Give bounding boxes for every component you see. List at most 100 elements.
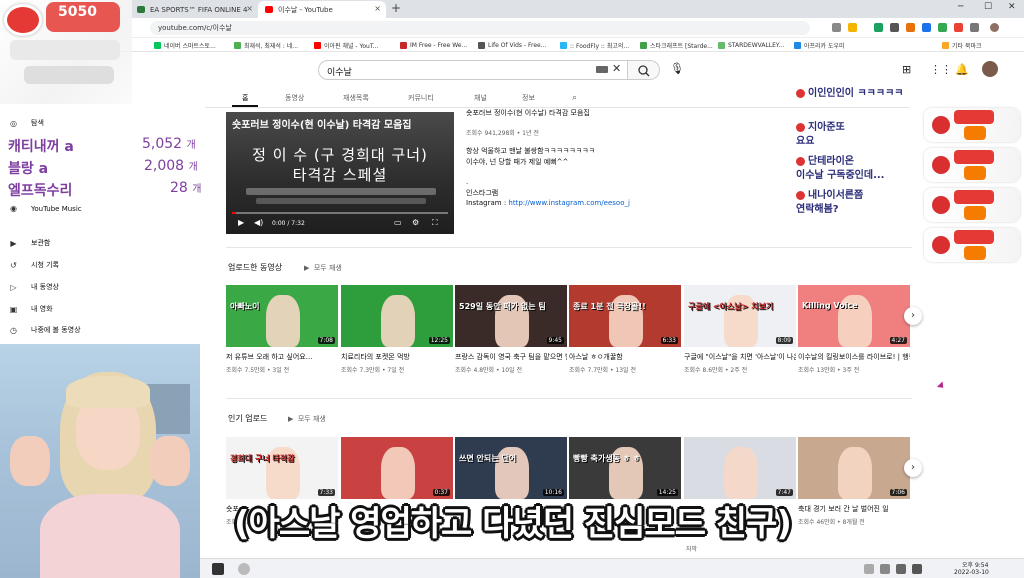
profile-icon[interactable] [990,23,999,32]
video-thumbnail[interactable]: 12:25 [341,285,453,347]
tab-channels[interactable]: 채널 [474,93,487,103]
video-title[interactable]: 치료리타의 포켓몬 먹방 [341,352,453,362]
video-thumbnail[interactable]: 7:06 [798,437,910,499]
tray-icon[interactable] [912,564,922,574]
play-all-button[interactable]: ▶ 모두 재생 [288,414,326,424]
bookmark-item[interactable]: 스타크래프트 [Starde... [640,40,713,50]
tray-icon[interactable] [880,564,890,574]
video-title[interactable]: 프랑스 감독이 영국 축구 팀을 맡으면 벌어지는 일 [455,352,567,362]
thumbnail-caption: 빵빵 축가생동 ㅎ ㅎ [573,454,641,463]
featured-video-meta: 조회수 941,298회 • 1년 전 [466,130,539,137]
video-thumbnail[interactable]: 529일 동안 패가 없는 팀 9:45 [455,285,567,347]
sidebar-item-youtube-music[interactable]: ◉ YouTube Music [8,204,82,213]
featured-video-title[interactable]: 숏포러브 정이수(현 이수날) 타격감 모음집 [466,108,590,118]
keyboard-icon[interactable] [596,66,608,73]
address-bar[interactable]: youtube.com/c/이수날 [150,21,810,35]
my-videos-icon: ▷ [10,282,17,292]
extension-icon[interactable] [922,23,931,32]
sidebar-item-watch-later[interactable]: ◷ 나중에 볼 동영상 [8,325,81,335]
video-thumbnail[interactable]: 빵빵 축가생동 ㅎ ㅎ 14:25 [569,437,681,499]
bookmark-item[interactable]: Life Of Vids - Free... [478,40,546,50]
subtitles-icon[interactable]: ▭ [394,218,402,227]
bookmark-item[interactable]: 기타 북마크 [942,40,982,50]
tab-about[interactable]: 정보 [522,93,535,103]
video-duration: 7:06 [889,489,907,496]
bookmark-item[interactable]: 최재석, 최재석 : 네... [234,40,298,50]
browser-tab-fifa[interactable]: EA SPORTS™ FIFA ONLINE 4 × [130,1,258,18]
thumbnail-caption: 구글에 <아스날> 치보기 [688,302,774,311]
chat-text: 이인인인이 ㅋㅋㅋㅋㅋ [808,88,904,99]
search-input[interactable]: 이수날 [318,60,628,80]
tab-community[interactable]: 커뮤니티 [408,93,434,103]
extension-icon[interactable] [906,23,915,32]
video-thumbnail[interactable]: 쓰면 안되는 단어 10:16 [455,437,567,499]
tab-playlists[interactable]: 재생목록 [343,93,369,103]
donor-count-value: 2,008 [144,158,185,174]
volume-icon[interactable]: ◀) [254,218,263,227]
extension-icon[interactable] [874,23,883,32]
create-video-icon[interactable]: ⊞ [902,63,911,76]
play-all-button[interactable]: ▶ 모두 재생 [304,263,342,273]
share-icon[interactable] [832,23,841,32]
close-window-icon[interactable]: ✕ [1008,2,1016,12]
tray-icon[interactable] [896,564,906,574]
bookmark-item[interactable]: 이아핀 채널 - YouT... [314,40,379,50]
bookmark-item[interactable]: 아프리카 도우미 [794,40,845,50]
play-all-label: 모두 재생 [313,264,342,272]
puzzle-icon[interactable] [970,23,979,32]
featured-video-player[interactable]: 숏포러브 정이수(현 이수날) 타격감 모음집 정 이 수 (구 경희대 구너)… [226,112,454,234]
sidebar-item-library[interactable]: ▶ 보관함 [8,238,50,248]
sidebar-item-my-movies[interactable]: ▣ 내 영화 [8,304,53,314]
bookmark-item[interactable]: IM Free - Free We... [400,40,467,50]
video-thumbnail[interactable]: 0:37 [341,437,453,499]
next-arrow-icon[interactable]: › [904,459,922,477]
app-icon[interactable] [212,563,224,575]
play-icon[interactable]: ▶ [238,218,244,227]
close-tab-icon[interactable]: × [246,4,253,13]
apps-icon[interactable]: ⋮⋮ [930,63,952,76]
minimize-icon[interactable]: ─ [958,2,963,12]
maximize-icon[interactable]: ☐ [984,2,992,12]
stream-overlay-logo: 5050 [0,0,132,104]
tray-icon[interactable] [864,564,874,574]
video-thumbnail[interactable]: 아빠노이 7:08 [226,285,338,347]
sidebar-item-my-videos[interactable]: ▷ 내 동영상 [8,282,59,292]
fullscreen-icon[interactable]: ⛶ [432,218,438,228]
sidebar-item-explore[interactable]: ◎ 탐색 [8,118,44,128]
progress-bar[interactable] [232,212,448,214]
bell-icon[interactable]: 🔔 [955,63,969,76]
bookmark-item[interactable]: 네이버 스마트스토... [154,40,216,50]
video-thumbnail[interactable]: 종료 1분 전 극장골!! 6:33 [569,285,681,347]
bookmark-item[interactable]: STARDEWVALLEY... [718,40,784,50]
instagram-link[interactable]: http://www.instagram.com/eesoo_j [508,199,630,207]
mic-icon[interactable]: 🎙 [670,62,684,75]
video-title[interactable]: 축대 경기 보러 간 날 벌어진 일 [798,504,910,514]
video-title[interactable]: 구글에 "이스날"을 치면 '아스날'이 나온다고요?? [684,352,796,362]
next-arrow-icon[interactable]: › [904,307,922,325]
sidebar-item-history[interactable]: ↺ 시청 기록 [8,260,59,270]
clear-search-icon[interactable]: ✕ [612,62,621,75]
settings-gear-icon[interactable]: ⚙ [412,218,419,227]
close-tab-icon[interactable]: × [374,4,381,13]
tab-videos[interactable]: 동영상 [285,93,304,103]
video-thumbnail[interactable]: 구글에 <아스날> 치보기 8:09 [684,285,796,347]
video-title[interactable]: 저 유튜브 오래 하고 싶어요... [226,352,338,362]
extension-icon[interactable] [890,23,899,32]
search-button[interactable] [628,60,660,80]
badge-part [932,156,950,174]
extension-icon[interactable] [954,23,963,32]
bookmark-item[interactable]: :: FoodFly :: 최고의... [560,40,629,50]
new-tab-icon[interactable]: + [391,1,401,15]
tab-home[interactable]: 홈 [242,93,248,103]
video-thumbnail[interactable]: 7:47 [684,437,796,499]
avatar[interactable] [982,61,998,77]
video-title[interactable]: 아스날 ㅎㅇ개꿀함 [569,352,681,362]
video-title[interactable]: 이수날의 킬링보이스를 라이브로! | 행복하지 말아요, 후... [798,352,910,362]
channel-search-icon[interactable]: ⌕ [572,93,577,103]
app-icon[interactable] [238,563,250,575]
extension-icon[interactable] [938,23,947,32]
bookmark-star-icon[interactable] [848,23,857,32]
browser-tab-youtube[interactable]: 이수날 - YouTube × [258,1,386,18]
video-thumbnail[interactable]: 경희대 구너 타격감 7:33 [226,437,338,499]
video-thumbnail[interactable]: Killing Voice 4:27 [798,285,910,347]
